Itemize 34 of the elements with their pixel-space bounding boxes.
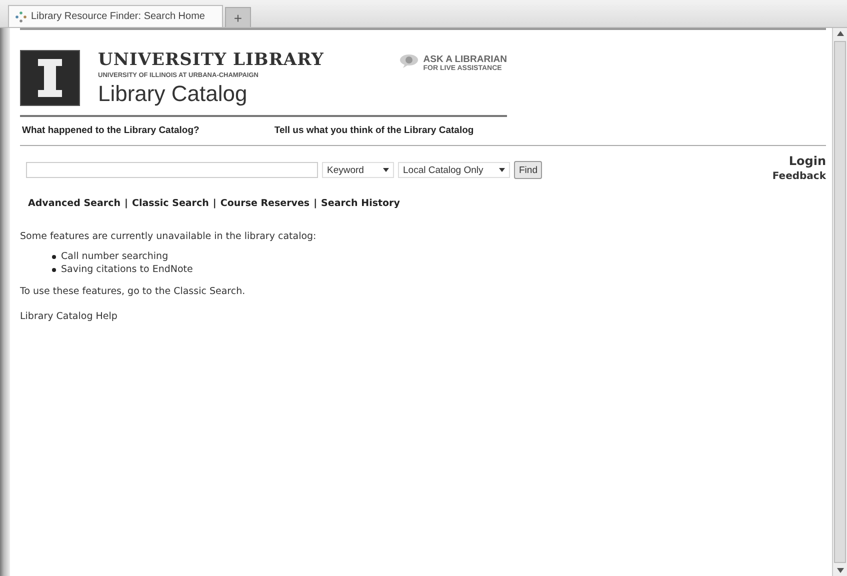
nav-link[interactable]: Search History [321, 198, 400, 209]
scroll-down-icon[interactable] [836, 568, 844, 573]
scroll-up-icon[interactable] [836, 31, 844, 36]
notice-text: Some features are currently unavailable in the library catalog: [20, 231, 318, 242]
question-bubble-icon [399, 54, 420, 68]
caret-icon [383, 168, 389, 172]
separator: | [314, 198, 318, 209]
login-link[interactable]: Login [788, 154, 826, 168]
dots-icon [15, 10, 27, 22]
nav-link[interactable]: Classic Search [132, 198, 209, 209]
site-title: UNIVERSITY LIBRARY [98, 50, 325, 70]
feedback-link[interactable]: Feedback [772, 171, 826, 182]
scrollbar[interactable] [832, 28, 847, 576]
search-field[interactable] [26, 162, 318, 178]
browser-tab[interactable]: Library Resource Finder: Search Home [8, 5, 223, 27]
search-type-dropdown[interactable]: Keyword [322, 162, 394, 178]
catalog-scope-dropdown[interactable]: Local Catalog Only [398, 162, 510, 178]
nav-link[interactable]: Advanced Search [28, 198, 120, 209]
list-item: Call number searching [61, 250, 168, 263]
new-tab-button[interactable]: + [225, 7, 251, 27]
find-button[interactable]: Find [514, 161, 542, 179]
caret-icon [499, 168, 505, 172]
notice-text: To use these features, go to the Classic Search. [20, 286, 246, 297]
separator: | [124, 198, 128, 209]
header-link[interactable]: Tell us what you think of the Library Catalog [274, 125, 474, 145]
list-item: Saving citations to EndNote [61, 263, 193, 276]
bullet-icon [52, 254, 56, 258]
catalog-title: Library Catalog [98, 81, 248, 107]
help-link[interactable]: Library Catalog Help [20, 311, 826, 322]
separator: | [212, 198, 216, 209]
header-link[interactable]: What happened to the Library Catalog? [22, 125, 200, 145]
nav-link[interactable]: Course Reserves [220, 198, 310, 209]
logo-icon [20, 50, 80, 106]
bullet-icon [52, 268, 56, 272]
